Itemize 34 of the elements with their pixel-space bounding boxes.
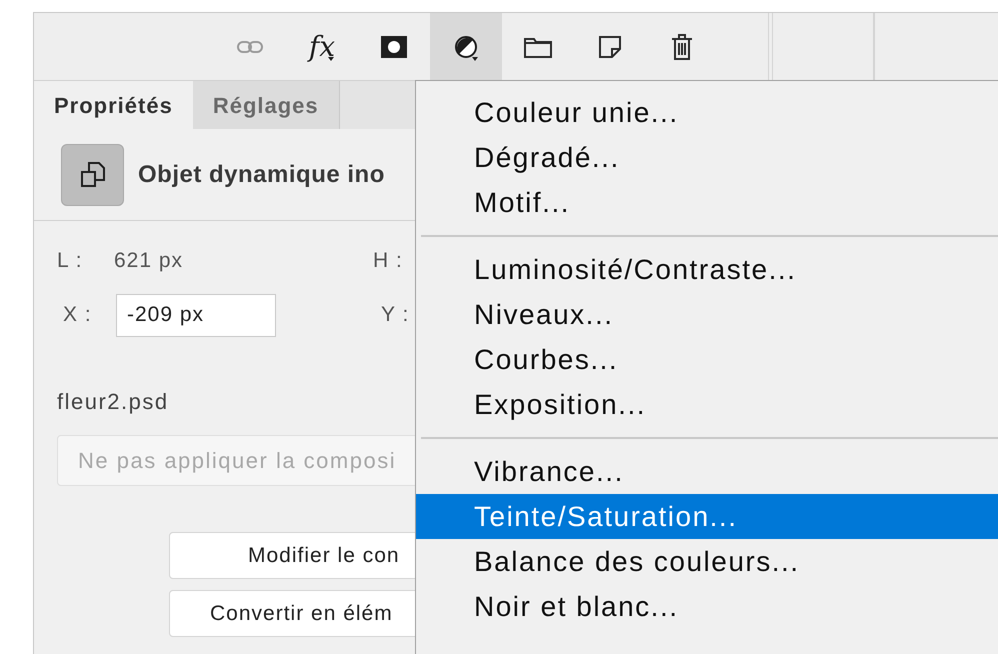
panel-button[interactable]: Modifier le con — [169, 532, 416, 579]
menu-item[interactable]: Courbes... — [416, 337, 998, 382]
menu-item[interactable]: Dégradé... — [416, 135, 998, 180]
menu-item[interactable]: Exposition... — [416, 382, 998, 427]
menu-item[interactable]: Luminosité/Contraste... — [416, 247, 998, 292]
pages-icon — [80, 162, 104, 188]
height-label: H : — [373, 248, 403, 274]
x-label: X : — [63, 302, 93, 328]
fx-tool-button[interactable]: fx — [286, 13, 358, 80]
caret-icon — [328, 57, 334, 61]
menu-item[interactable]: Balance des couleurs... — [416, 539, 998, 584]
smart-object-button[interactable] — [61, 144, 124, 206]
x-position-field[interactable]: -209 px — [116, 294, 276, 336]
menu-item[interactable]: Teinte/Saturation... — [416, 494, 998, 539]
width-label: L : — [57, 248, 84, 274]
menu-item[interactable]: Niveaux... — [416, 292, 998, 337]
width-value: 621 px — [114, 248, 184, 274]
menu-item[interactable]: Couleur unie... — [416, 90, 998, 135]
link-icon — [236, 38, 264, 54]
half-circle-icon — [454, 34, 478, 58]
layer-type-title: Objet dynamique ino — [138, 160, 385, 190]
menu-item[interactable]: Vibrance... — [416, 449, 998, 494]
folder-icon — [524, 36, 552, 58]
page-icon — [599, 36, 621, 58]
mask-icon — [381, 36, 407, 58]
panel-button[interactable]: Convertir en élém — [169, 590, 416, 637]
menu-item[interactable]: Motif... — [416, 180, 998, 225]
panel-tab[interactable]: Propriétés — [34, 81, 193, 129]
trash-icon — [671, 34, 693, 60]
menu-item[interactable]: Noir et blanc... — [416, 584, 998, 629]
half-circle-tool-button[interactable] — [430, 13, 502, 80]
file-name: fleur2.psd — [57, 388, 170, 416]
y-label: Y : — [381, 302, 410, 328]
panel-tab[interactable]: Réglages — [192, 81, 340, 129]
